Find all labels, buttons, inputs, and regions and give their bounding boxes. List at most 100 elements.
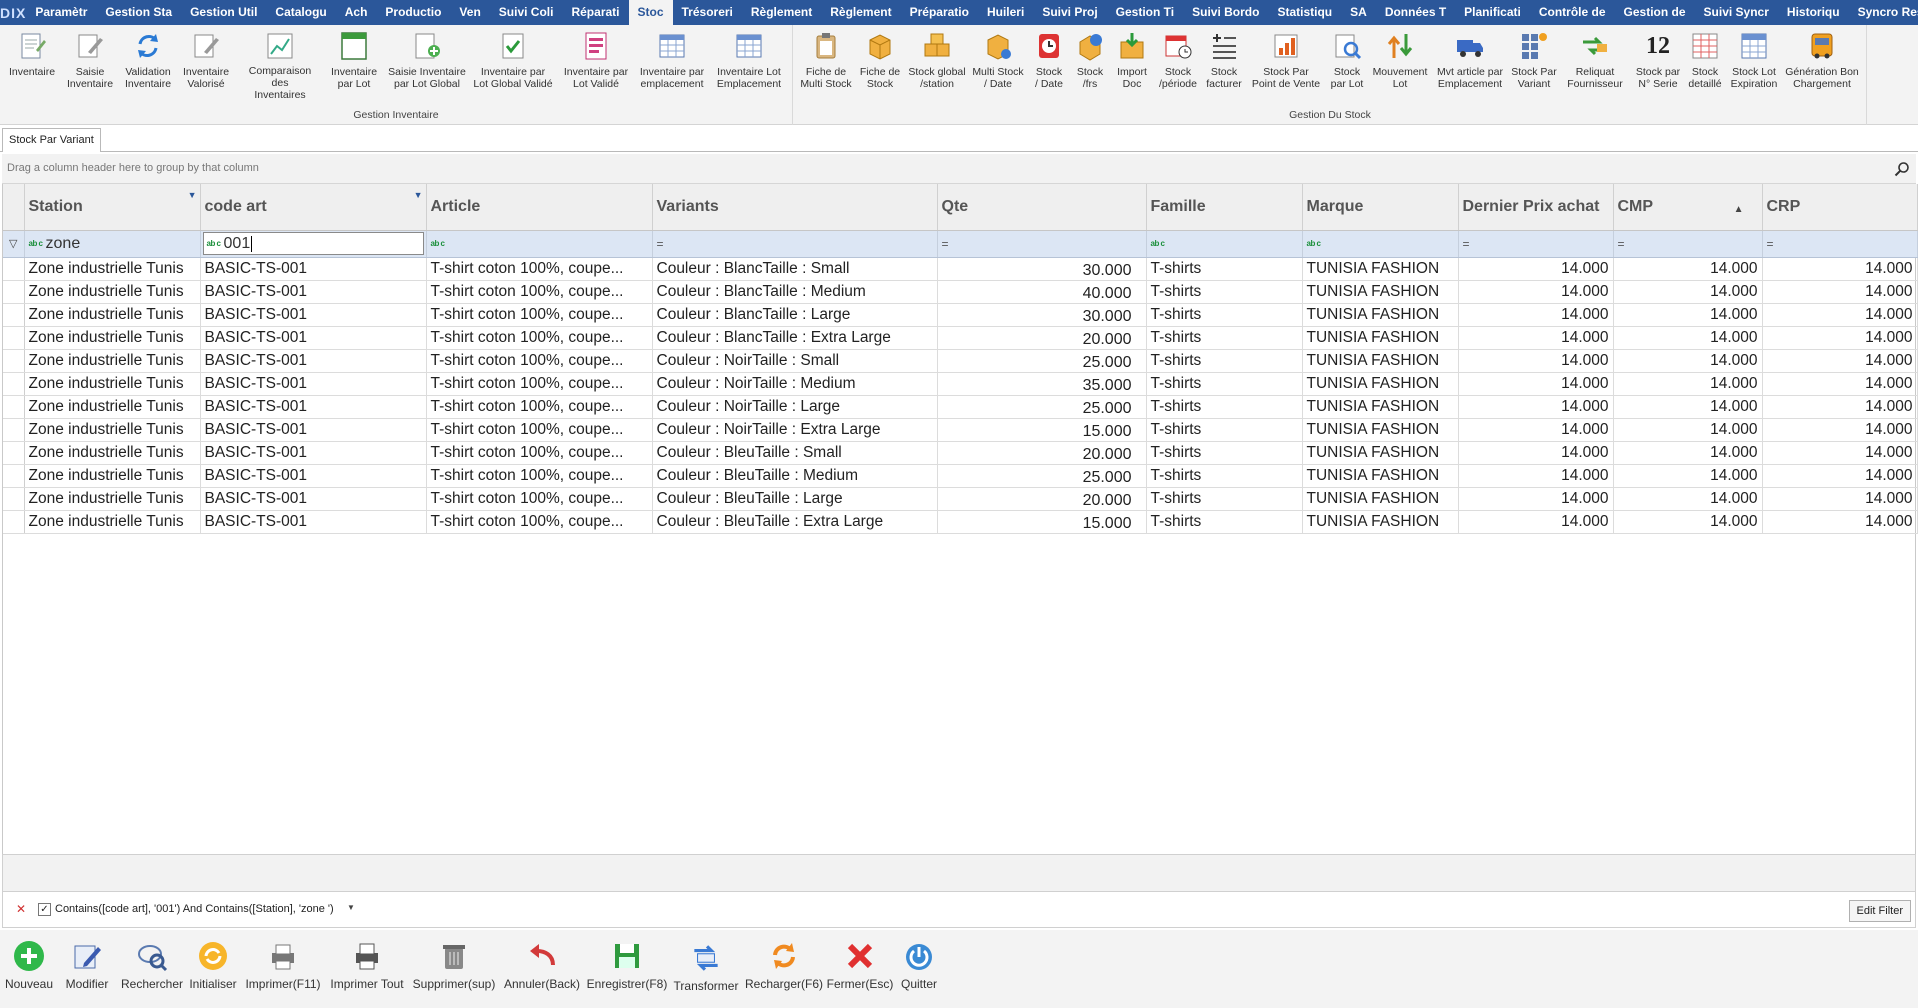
cell-marque[interactable]: TUNISIA FASHION [1302, 326, 1459, 350]
cell-marque[interactable]: TUNISIA FASHION [1302, 418, 1459, 442]
table-row[interactable]: Zone industrielle Tunis BASIC-TS-001 T-shi… [3, 257, 1918, 281]
filter-cell-qte[interactable]: = [937, 230, 1147, 258]
row-indicator[interactable] [3, 303, 25, 327]
table-row[interactable]: Zone industrielle Tunis BASIC-TS-001 T-shi… [3, 510, 1918, 534]
menu-tab-gestion-sta[interactable]: Gestion Sta [96, 0, 181, 25]
menu-tab-gestion-util[interactable]: Gestion Util [181, 0, 266, 25]
cell-dernier-prix-achat[interactable]: 14.000 [1458, 349, 1614, 373]
filter-cell-code-art[interactable]: ab c 001 [200, 230, 427, 258]
cell-cmp[interactable]: 14.000 [1613, 441, 1763, 465]
equals-operator-icon[interactable]: = [942, 237, 949, 251]
cell-code-art[interactable]: BASIC-TS-001 [200, 349, 427, 373]
column-header-famille[interactable]: Famille [1146, 184, 1303, 231]
cell-article[interactable]: T-shirt coton 100%, coupe... [426, 487, 653, 511]
annuler-button[interactable]: Annuler(Back) [497, 938, 587, 991]
cell-variants[interactable]: Couleur : NoirTaille : Large [652, 395, 938, 419]
menu-tab-huileri[interactable]: Huileri [978, 0, 1033, 25]
equals-operator-icon[interactable]: = [1618, 237, 1625, 251]
cell-crp[interactable]: 14.000 [1762, 280, 1918, 304]
cell-article[interactable]: T-shirt coton 100%, coupe... [426, 441, 653, 465]
contains-operator-icon[interactable]: ab c [431, 239, 446, 248]
cell-dernier-prix-achat[interactable]: 14.000 [1458, 487, 1614, 511]
cell-qte[interactable]: 25.000 [937, 464, 1147, 488]
cell-cmp[interactable]: 14.000 [1613, 464, 1763, 488]
cell-dernier-prix-achat[interactable]: 14.000 [1458, 326, 1614, 350]
row-indicator[interactable] [3, 418, 25, 442]
cell-station[interactable]: Zone industrielle Tunis [24, 510, 201, 534]
ribbon-button-inventaire-par-lot-global-valide[interactable]: Inventaire par Lot Global Validé [473, 29, 553, 101]
column-header-cmp[interactable]: CMP ▲ [1613, 184, 1763, 231]
imprimer-button[interactable]: Imprimer(F11) [238, 938, 328, 991]
menu-tab-suivi-proj[interactable]: Suivi Proj [1033, 0, 1106, 25]
cell-famille[interactable]: T-shirts [1146, 395, 1303, 419]
cell-cmp[interactable]: 14.000 [1613, 326, 1763, 350]
filter-funnel-icon[interactable]: ▼ [188, 186, 197, 204]
cell-crp[interactable]: 14.000 [1762, 510, 1918, 534]
cell-variants[interactable]: Couleur : BleuTaille : Medium [652, 464, 938, 488]
table-row[interactable]: Zone industrielle Tunis BASIC-TS-001 T-shi… [3, 303, 1918, 327]
cell-code-art[interactable]: BASIC-TS-001 [200, 372, 427, 396]
cell-marque[interactable]: TUNISIA FASHION [1302, 510, 1459, 534]
enregistrer-button[interactable]: Enregistrer(F8) [582, 938, 672, 991]
table-row[interactable]: Zone industrielle Tunis BASIC-TS-001 T-shi… [3, 464, 1918, 488]
filter-history-dropdown-icon[interactable]: ▼ [347, 903, 355, 912]
clear-filter-icon[interactable]: ✕ [16, 902, 26, 916]
cell-famille[interactable]: T-shirts [1146, 326, 1303, 350]
table-row[interactable]: Zone industrielle Tunis BASIC-TS-001 T-shi… [3, 372, 1918, 396]
column-header-code-art[interactable]: code art ▼ [200, 184, 427, 231]
cell-crp[interactable]: 14.000 [1762, 372, 1918, 396]
cell-code-art[interactable]: BASIC-TS-001 [200, 464, 427, 488]
column-header-dernier-prix-achat[interactable]: Dernier Prix achat [1458, 184, 1614, 231]
cell-qte[interactable]: 25.000 [937, 395, 1147, 419]
quitter-button[interactable]: Quitter [874, 938, 964, 991]
menu-tab-ven[interactable]: Ven [450, 0, 489, 25]
cell-marque[interactable]: TUNISIA FASHION [1302, 303, 1459, 327]
menu-tab-productio[interactable]: Productio [376, 0, 450, 25]
ribbon-button-generation-bon-chargement[interactable]: Génération Bon Chargement [1782, 29, 1862, 101]
ribbon-button-mouvement-lot[interactable]: Mouvement Lot [1360, 29, 1440, 101]
cell-station[interactable]: Zone industrielle Tunis [24, 464, 201, 488]
cell-marque[interactable]: TUNISIA FASHION [1302, 257, 1459, 281]
menu-tab-catalogu[interactable]: Catalogu [266, 0, 335, 25]
row-indicator[interactable] [3, 280, 25, 304]
row-indicator[interactable] [3, 372, 25, 396]
cell-qte[interactable]: 30.000 [937, 303, 1147, 327]
search-icon[interactable] [1894, 161, 1910, 177]
cell-cmp[interactable]: 14.000 [1613, 280, 1763, 304]
cell-crp[interactable]: 14.000 [1762, 395, 1918, 419]
cell-crp[interactable]: 14.000 [1762, 303, 1918, 327]
cell-crp[interactable]: 14.000 [1762, 349, 1918, 373]
ribbon-button-saisie-inventaire-par-lot-global[interactable]: Saisie Inventaire par Lot Global [387, 29, 467, 101]
cell-cmp[interactable]: 14.000 [1613, 303, 1763, 327]
filter-cell-station[interactable]: ab c zone [24, 230, 201, 258]
cell-qte[interactable]: 25.000 [937, 349, 1147, 373]
cell-variants[interactable]: Couleur : BleuTaille : Extra Large [652, 510, 938, 534]
cell-article[interactable]: T-shirt coton 100%, coupe... [426, 257, 653, 281]
row-indicator[interactable] [3, 441, 25, 465]
cell-station[interactable]: Zone industrielle Tunis [24, 303, 201, 327]
contains-operator-icon[interactable]: ab c [1151, 239, 1166, 248]
cell-station[interactable]: Zone industrielle Tunis [24, 326, 201, 350]
cell-marque[interactable]: TUNISIA FASHION [1302, 464, 1459, 488]
cell-code-art[interactable]: BASIC-TS-001 [200, 418, 427, 442]
cell-marque[interactable]: TUNISIA FASHION [1302, 487, 1459, 511]
cell-marque[interactable]: TUNISIA FASHION [1302, 441, 1459, 465]
menu-tab-controle-de[interactable]: Contrôle de [1530, 0, 1615, 25]
equals-operator-icon[interactable]: = [657, 237, 664, 251]
menu-tab-suivi-syncr[interactable]: Suivi Syncr [1695, 0, 1778, 25]
column-header-variants[interactable]: Variants [652, 184, 938, 231]
cell-famille[interactable]: T-shirts [1146, 464, 1303, 488]
cell-dernier-prix-achat[interactable]: 14.000 [1458, 510, 1614, 534]
ribbon-button-inventaire-valorise[interactable]: Inventaire Valorisé [166, 29, 246, 101]
cell-variants[interactable]: Couleur : NoirTaille : Extra Large [652, 418, 938, 442]
cell-dernier-prix-achat[interactable]: 14.000 [1458, 464, 1614, 488]
cell-qte[interactable]: 20.000 [937, 487, 1147, 511]
column-header-qte[interactable]: Qte [937, 184, 1147, 231]
cell-code-art[interactable]: BASIC-TS-001 [200, 441, 427, 465]
cell-famille[interactable]: T-shirts [1146, 441, 1303, 465]
equals-operator-icon[interactable]: = [1767, 237, 1774, 251]
cell-variants[interactable]: Couleur : BleuTaille : Large [652, 487, 938, 511]
menu-tab-suivi-bordo[interactable]: Suivi Bordo [1183, 0, 1268, 25]
menu-tab-gestion-de[interactable]: Gestion de [1615, 0, 1695, 25]
contains-operator-icon[interactable]: ab c [29, 239, 44, 248]
